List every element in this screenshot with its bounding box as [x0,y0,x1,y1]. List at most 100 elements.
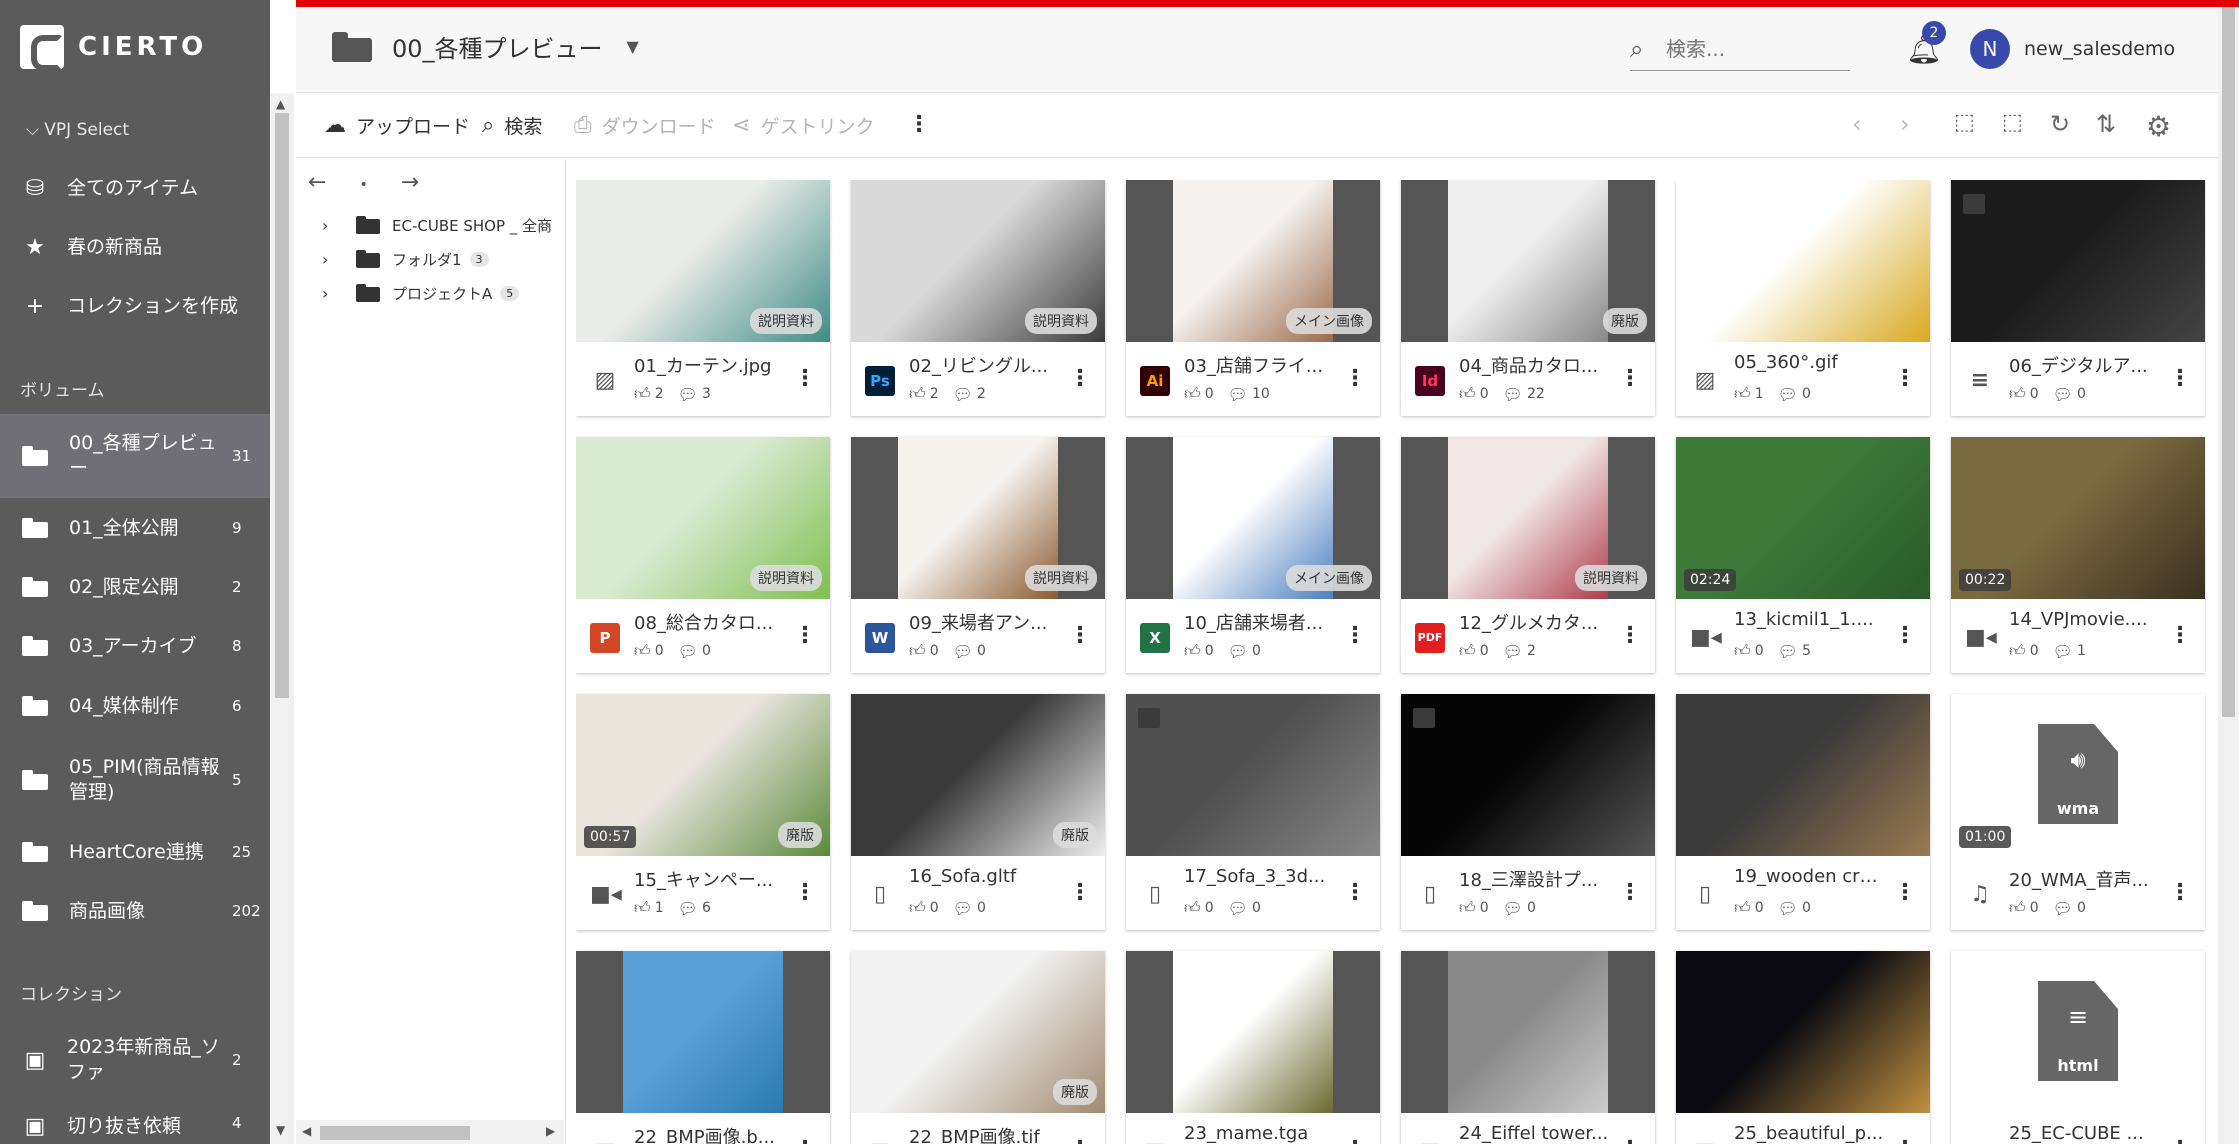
asset-thumbnail[interactable] [1401,951,1655,1113]
volume-item-05[interactable]: 05_PIM(商品情報管理) 5 [0,740,270,820]
asset-card[interactable]: メイン画像 Ai 03_店舗フライ... 👍︎ 0 💬︎ 10 ⋮ [1126,180,1380,416]
search-input[interactable] [1666,36,1836,61]
asset-thumbnail[interactable] [1676,180,1930,342]
asset-name[interactable]: 15_キャンペー... [634,866,784,892]
asset-name[interactable]: 01_カーテン.jpg [634,352,784,378]
asset-name[interactable]: 04_商品カタロ... [1459,352,1609,378]
asset-name[interactable]: 16_Sofa.gltf [909,866,1059,887]
user-menu[interactable]: N new_salesdemo [1970,29,2175,69]
asset-card[interactable]: 説明資料 Ps 02_リビングル... 👍︎ 2 💬︎ 2 ⋮ [851,180,1105,416]
upload-button[interactable]: ☁ アップロード [324,112,470,139]
main-scroll-thumb[interactable] [2222,7,2235,717]
asset-thumbnail[interactable]: 説明資料 [1401,437,1655,599]
more-vert-icon[interactable]: ⋮ [1894,880,1916,905]
forward-arrow-icon[interactable]: → [401,170,419,195]
asset-card[interactable]: ▨ 23_mame.tga ⋮ [1126,951,1380,1144]
more-vert-icon[interactable]: ⋮ [794,1137,816,1144]
asset-card[interactable]: 説明資料 W 09_来場者アン... 👍︎ 0 💬︎ 0 ⋮ [851,437,1105,673]
more-vert-icon[interactable]: ⋮ [794,880,816,905]
asset-card[interactable]: ▨ 25_beautiful_p... ⋮ [1676,951,1930,1144]
like-count[interactable]: 👍︎ 0 [1184,898,1214,918]
like-count[interactable]: 👍︎ 1 [1734,384,1764,404]
volume-item-02[interactable]: 02_限定公開 2 [0,558,270,616]
asset-name[interactable]: 23_mame.tga [1184,1123,1334,1144]
comment-count[interactable]: 💬︎ 5 [1778,641,1811,661]
asset-thumbnail[interactable]: 説明資料 [576,180,830,342]
like-count[interactable]: 👍︎ 0 [634,641,664,661]
asset-thumbnail[interactable]: 説明資料 [576,437,830,599]
asset-thumbnail[interactable] [1401,694,1655,856]
like-count[interactable]: 👍︎ 0 [2009,641,2039,661]
asset-name[interactable]: 25_beautiful_p... [1734,1123,1884,1144]
asset-name[interactable]: 19_wooden cra... [1734,866,1884,887]
comment-count[interactable]: 💬︎ 0 [678,641,711,661]
like-count[interactable]: 👍︎ 0 [909,898,939,918]
more-vert-icon[interactable]: ⋮ [1619,366,1641,391]
asset-thumbnail[interactable] [1676,951,1930,1113]
select-all-icon[interactable]: ⬚ [1954,110,1975,135]
volume-item-heartcore[interactable]: HeartCore連携 25 [0,823,270,881]
asset-name[interactable]: 24_Eiffel tower... [1459,1123,1609,1144]
volume-item-00[interactable]: 00_各種プレビュー 31 [0,414,270,498]
asset-thumbnail[interactable]: wma 🔊︎ 01:00 [1951,694,2205,856]
asset-name[interactable]: 10_店舗来場者... [1184,609,1334,635]
asset-thumbnail[interactable]: 廃版 [851,694,1105,856]
asset-card[interactable]: ▯ 19_wooden cra... 👍︎ 0 💬︎ 0 ⋮ [1676,694,1930,930]
nav-create-collection[interactable]: + コレクションを作成 [0,277,270,335]
asset-name[interactable]: 20_WMA_音声... [2009,866,2159,892]
notification-button[interactable]: 🔔︎ 2 [1906,21,1946,66]
scroll-left-arrow-icon[interactable]: ◀ [302,1124,311,1138]
tree-node-projecta[interactable]: › プロジェクトA 5 [322,280,520,306]
asset-name[interactable]: 06_デジタルア... [2009,352,2159,378]
asset-card[interactable]: ▯ 17_Sofa_3_3d... 👍︎ 0 💬︎ 0 ⋮ [1126,694,1380,930]
asset-thumbnail[interactable]: 00:22 [1951,437,2205,599]
asset-name[interactable]: 17_Sofa_3_3d... [1184,866,1334,887]
comment-count[interactable]: 💬︎ 0 [953,641,986,661]
scroll-up-arrow-icon[interactable]: ▲ [276,97,285,111]
more-vert-icon[interactable]: ⋮ [908,112,930,137]
comment-count[interactable]: 💬︎ 22 [1503,384,1545,404]
volume-item-01[interactable]: 01_全体公開 9 [0,499,270,557]
more-vert-icon[interactable]: ⋮ [1894,366,1916,391]
asset-card[interactable]: 廃版 ▯ 16_Sofa.gltf 👍︎ 0 💬︎ 0 ⋮ [851,694,1105,930]
like-count[interactable]: 👍︎ 0 [2009,898,2039,918]
cierto-logo[interactable]: CIERTO [20,24,207,71]
asset-card[interactable]: メイン画像 X 10_店舗来場者... 👍︎ 0 💬︎ 0 ⋮ [1126,437,1380,673]
more-vert-icon[interactable]: ⋮ [1344,623,1366,648]
sidebar-scrollbar[interactable]: ▲ ▼ [270,93,294,1144]
comment-count[interactable]: 💬︎ 1 [2053,641,2086,661]
workspace-selector[interactable]: ⌵ VPJ Select [26,120,129,140]
more-vert-icon[interactable]: ⋮ [1069,1137,1091,1144]
asset-thumbnail[interactable]: 説明資料 [851,180,1105,342]
asset-thumbnail[interactable]: 廃版 [851,951,1105,1113]
search-box[interactable]: ⌕ [1630,27,1850,71]
comment-count[interactable]: 💬︎ 0 [953,898,986,918]
nav-spring-new[interactable]: ★ 春の新商品 [0,218,270,276]
comment-count[interactable]: 💬︎ 0 [1228,898,1261,918]
chevron-right-icon[interactable]: › [322,250,338,269]
guest-link-button[interactable]: ⋖ ゲストリンク [732,112,874,139]
collection-item-sofa[interactable]: ▣ 2023年新商品_ソファ 2 [0,1018,270,1102]
asset-card[interactable]: 02:24 ■◂ 13_kicmil1_1.... 👍︎ 0 💬︎ 5 ⋮ [1676,437,1930,673]
volume-item-03[interactable]: 03_アーカイブ 8 [0,617,270,675]
asset-card[interactable]: ≡ 06_デジタルア... 👍︎ 0 💬︎ 0 ⋮ [1951,180,2205,416]
asset-card[interactable]: html ≡ ≡ 25_EC-CUBE ... ⋮ [1951,951,2205,1144]
asset-thumbnail[interactable] [1951,180,2205,342]
scroll-down-arrow-icon[interactable]: ▼ [276,1123,285,1137]
like-count[interactable]: 👍︎ 1 [634,898,664,918]
like-count[interactable]: 👍︎ 0 [1734,898,1764,918]
more-vert-icon[interactable]: ⋮ [1894,1137,1916,1144]
asset-thumbnail[interactable]: 廃版 [1401,180,1655,342]
like-count[interactable]: 👍︎ 0 [1184,641,1214,661]
asset-name[interactable]: 18_三澤設計プ... [1459,866,1609,892]
volume-item-04[interactable]: 04_媒体制作 6 [0,677,270,735]
asset-thumbnail[interactable]: 説明資料 [851,437,1105,599]
asset-thumbnail[interactable]: メイン画像 [1126,437,1380,599]
dot-icon[interactable]: • [359,177,367,193]
more-vert-icon[interactable]: ⋮ [794,366,816,391]
comment-count[interactable]: 💬︎ 0 [2053,898,2086,918]
more-vert-icon[interactable]: ⋮ [1069,880,1091,905]
more-vert-icon[interactable]: ⋮ [1069,366,1091,391]
chevron-right-icon[interactable]: › [322,216,338,235]
asset-thumbnail[interactable] [1126,694,1380,856]
